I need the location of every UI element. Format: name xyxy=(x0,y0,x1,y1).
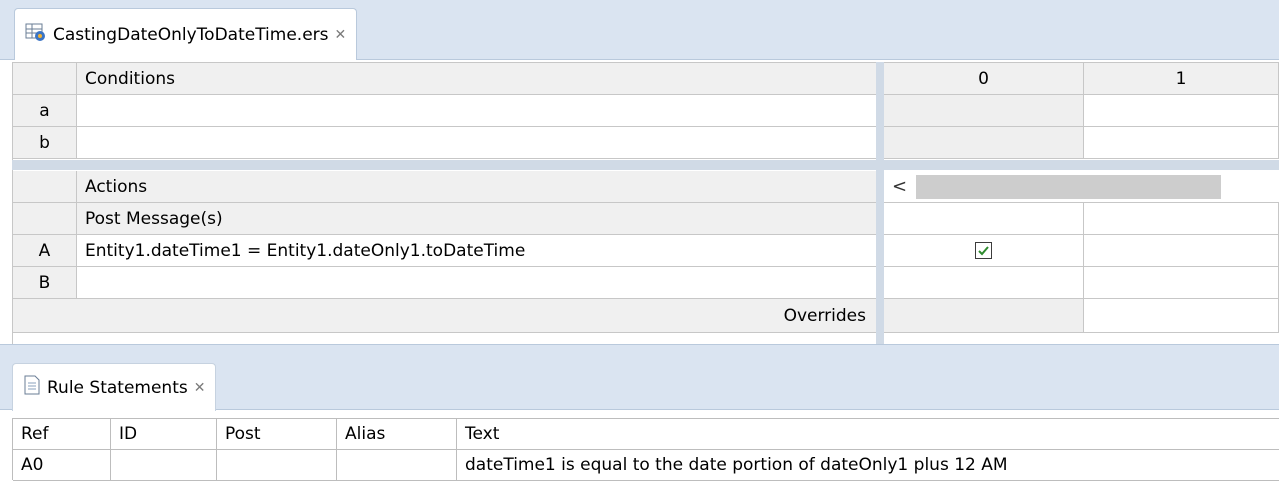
action-cell[interactable] xyxy=(1084,267,1279,299)
column-header-id[interactable]: ID xyxy=(111,419,217,450)
rulesheet-right-grid: 0 1 < xyxy=(884,62,1279,344)
close-icon[interactable]: ✕ xyxy=(335,27,347,43)
action-cell[interactable] xyxy=(1084,235,1279,267)
conditions-corner xyxy=(13,63,77,95)
condition-cell[interactable] xyxy=(884,127,1084,159)
condition-row-id: b xyxy=(13,127,77,159)
conditions-header: Conditions xyxy=(77,63,877,95)
post-messages-header: Post Message(s) xyxy=(77,203,877,235)
post-message-cell[interactable] xyxy=(1084,203,1279,235)
override-cell[interactable] xyxy=(1084,299,1279,333)
column-header-alias[interactable]: Alias xyxy=(337,419,457,450)
condition-row-a[interactable] xyxy=(77,95,877,127)
editor-tab-title: CastingDateOnlyToDateTime.ers xyxy=(53,24,329,45)
decision-table-icon xyxy=(25,22,47,47)
table-row-post[interactable] xyxy=(217,450,337,481)
editor-tab-strip: CastingDateOnlyToDateTime.ers ✕ xyxy=(0,0,1279,60)
rule-statements-tab[interactable]: Rule Statements ✕ xyxy=(12,363,217,411)
action-row-id: A xyxy=(13,235,77,267)
rule-statements-tab-title: Rule Statements xyxy=(47,377,188,398)
document-icon xyxy=(23,375,41,400)
column-header-1[interactable]: 1 xyxy=(1084,63,1279,95)
action-row-id: B xyxy=(13,267,77,299)
horizontal-scrollbar[interactable]: < xyxy=(884,171,1279,203)
view-tab-strip: Rule Statements ✕ xyxy=(0,344,1279,411)
scroll-left-icon[interactable]: < xyxy=(892,176,907,197)
scrollbar-thumb[interactable] xyxy=(916,175,1221,199)
column-header-post[interactable]: Post xyxy=(217,419,337,450)
post-message-cell[interactable] xyxy=(884,203,1084,235)
action-row-B[interactable] xyxy=(77,267,877,299)
condition-cell[interactable] xyxy=(1084,127,1279,159)
post-messages-corner xyxy=(13,203,77,235)
action-row-A[interactable]: Entity1.dateTime1 = Entity1.dateOnly1.to… xyxy=(77,235,877,267)
rulesheet-left-grid: Conditions a b Actions Post Message(s) A… xyxy=(12,62,877,344)
action-checkbox[interactable] xyxy=(975,242,992,259)
pane-divider[interactable] xyxy=(876,62,884,344)
rule-statements-table: Ref ID Post Alias Text A0 dateTime1 is e… xyxy=(12,418,1279,481)
override-cell[interactable] xyxy=(884,299,1084,333)
overrides-label: Overrides xyxy=(13,299,877,333)
actions-header: Actions xyxy=(77,171,877,203)
table-row-text[interactable]: dateTime1 is equal to the date portion o… xyxy=(457,450,1279,481)
editor-tab[interactable]: CastingDateOnlyToDateTime.ers ✕ xyxy=(14,8,358,60)
action-cell[interactable] xyxy=(884,267,1084,299)
close-icon[interactable]: ✕ xyxy=(194,380,206,396)
column-header-text[interactable]: Text xyxy=(457,419,1279,450)
condition-cell[interactable] xyxy=(1084,95,1279,127)
column-header-ref[interactable]: Ref xyxy=(13,419,111,450)
table-row-id[interactable] xyxy=(111,450,217,481)
condition-row-id: a xyxy=(13,95,77,127)
actions-corner xyxy=(13,171,77,203)
checkmark-icon xyxy=(978,246,989,256)
table-row-ref[interactable]: A0 xyxy=(13,450,111,481)
action-cell-A-0[interactable] xyxy=(884,235,1084,267)
column-header-0[interactable]: 0 xyxy=(884,63,1084,95)
condition-row-b[interactable] xyxy=(77,127,877,159)
condition-cell[interactable] xyxy=(884,95,1084,127)
table-row-alias[interactable] xyxy=(337,450,457,481)
